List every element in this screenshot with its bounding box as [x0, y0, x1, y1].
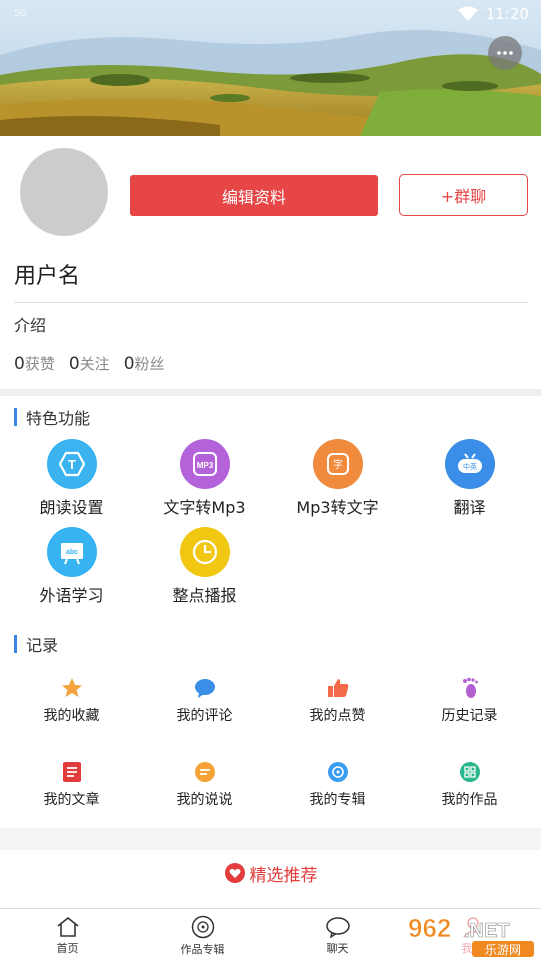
more-button[interactable] [488, 36, 522, 70]
edit-profile-button[interactable]: 编辑资料 [130, 175, 378, 216]
feature-label: 文字转Mp3 [163, 498, 246, 517]
record-favorites[interactable]: 我的收藏 [4, 675, 139, 725]
stat-following-label: 关注 [79, 355, 110, 373]
svg-text:MP3: MP3 [196, 461, 213, 470]
record-label: 我的评论 [176, 708, 233, 724]
site-watermark: 962 .NET 乐游网 [402, 911, 539, 959]
text-tts-icon: T [46, 439, 97, 489]
nav-home[interactable]: 首页 [0, 909, 135, 961]
featured-recommendations[interactable]: 精选推荐 [0, 852, 541, 894]
header-banner: SG 11:20 [0, 0, 541, 136]
feature-label: 外语学习 [39, 586, 104, 605]
wifi-icon [457, 6, 478, 21]
record-label: 我的说说 [176, 792, 233, 808]
svg-text:T: T [68, 457, 76, 472]
feature-text-to-mp3[interactable]: MP3 文字转Mp3 [137, 439, 272, 518]
record-history[interactable]: 历史记录 [402, 675, 537, 725]
section-separator [0, 389, 541, 396]
profile-divider [14, 302, 528, 303]
avatar[interactable] [20, 148, 108, 236]
profile-stats: 0获赞 0关注 0粉丝 [14, 353, 165, 374]
status-time: 11:20 [485, 5, 529, 23]
stat-likes-label: 获赞 [24, 355, 55, 373]
svg-text:962: 962 [408, 913, 451, 943]
nav-albums[interactable]: 作品专辑 [135, 909, 270, 961]
nav-label: 首页 [56, 942, 79, 955]
star-icon [59, 675, 85, 701]
message-icon [192, 759, 218, 785]
svg-text:字: 字 [333, 458, 343, 471]
svg-text:.NET: .NET [464, 920, 510, 942]
featured-label: 精选推荐 [249, 865, 318, 886]
works-grid-icon [457, 759, 483, 785]
record-albums[interactable]: 我的专辑 [270, 759, 405, 809]
svg-text:abc: abc [65, 549, 77, 556]
group-chat-button[interactable]: +群聊 [399, 174, 528, 216]
record-comments[interactable]: 我的评论 [137, 675, 272, 725]
records-section-title: 记录 [14, 632, 58, 656]
stat-following-count: 0 [68, 354, 80, 374]
section-separator [0, 828, 541, 850]
feature-label: 翻译 [453, 498, 486, 517]
stat-following[interactable]: 0关注 [69, 353, 110, 374]
feature-language-learning[interactable]: abc 外语学习 [4, 527, 139, 606]
nav-label: 作品专辑 [180, 943, 225, 956]
feature-read-settings[interactable]: T 朗读设置 [4, 439, 139, 518]
feature-mp3-to-text[interactable]: 字 Mp3转文字 [270, 439, 405, 518]
thumbs-up-icon [325, 675, 351, 701]
records-title-text: 记录 [26, 636, 59, 655]
username: 用户名 [14, 264, 81, 289]
clock-icon [179, 527, 230, 577]
article-icon [59, 759, 85, 785]
record-label: 历史记录 [441, 708, 498, 724]
language-board-icon: abc [46, 527, 97, 577]
section-accent-bar [14, 635, 17, 653]
svg-text:乐游网: 乐游网 [485, 943, 521, 957]
chat-bubble-icon [325, 917, 350, 938]
home-icon [57, 916, 78, 937]
feature-label: 整点播报 [172, 586, 237, 605]
feature-hourly-report[interactable]: 整点播报 [137, 527, 272, 606]
mp3-icon: MP3 [179, 439, 230, 489]
record-label: 我的收藏 [43, 708, 100, 724]
comment-icon [192, 675, 218, 701]
features-section-title: 特色功能 [14, 405, 90, 429]
feature-label: Mp3转文字 [296, 498, 379, 517]
record-posts[interactable]: 我的说说 [137, 759, 272, 809]
nav-label: 聊天 [326, 942, 349, 955]
nav-chat[interactable]: 聊天 [270, 909, 405, 961]
feature-label: 朗读设置 [39, 498, 104, 517]
record-label: 我的作品 [441, 792, 498, 808]
record-works[interactable]: 我的作品 [402, 759, 537, 809]
intro-text: 介绍 [14, 316, 47, 335]
record-label: 我的文章 [43, 792, 100, 808]
feature-translate[interactable]: 中英 翻译 [402, 439, 537, 518]
status-bar-right: 11:20 [457, 5, 529, 23]
album-icon [325, 759, 351, 785]
features-title-text: 特色功能 [26, 409, 91, 428]
record-articles[interactable]: 我的文章 [4, 759, 139, 809]
stat-fans[interactable]: 0粉丝 [124, 353, 165, 374]
record-likes[interactable]: 我的点赞 [270, 675, 405, 725]
stat-fans-label: 粉丝 [134, 355, 165, 373]
stat-likes-count: 0 [14, 354, 25, 374]
translate-icon: 中英 [444, 439, 495, 489]
status-carrier: SG [14, 9, 27, 19]
more-dots-icon [497, 51, 513, 55]
text-char-icon: 字 [312, 439, 363, 489]
heart-icon [224, 863, 245, 883]
svg-text:中英: 中英 [463, 462, 477, 471]
record-label: 我的点赞 [309, 708, 366, 724]
disc-icon [191, 915, 214, 939]
footprint-icon [457, 675, 483, 701]
watermark-logo: 962 .NET 乐游网 [402, 911, 539, 959]
stat-likes[interactable]: 0获赞 [14, 353, 55, 374]
record-label: 我的专辑 [309, 792, 366, 808]
stat-fans-count: 0 [123, 354, 135, 374]
section-accent-bar [14, 408, 17, 426]
